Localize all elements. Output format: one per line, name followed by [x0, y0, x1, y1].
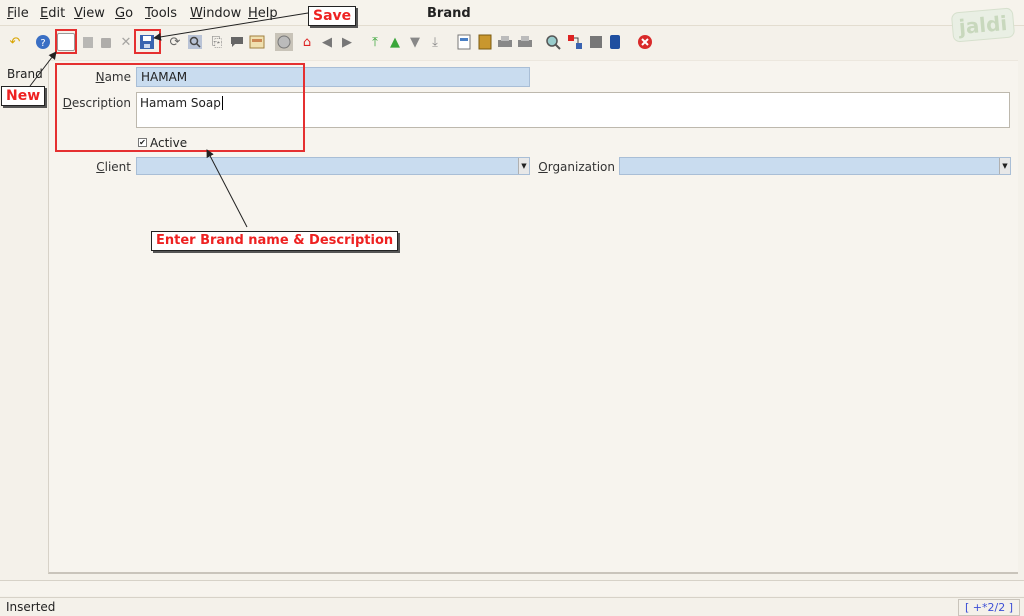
multi-view-icon[interactable] — [248, 33, 266, 51]
enter-annotation-label: Enter Brand name & Description — [151, 231, 399, 251]
new-highlight-box — [55, 29, 77, 54]
save-annotation-label: Save — [308, 6, 357, 26]
menu-bar: File Edit View Go Tools Window Help Bran… — [0, 0, 1024, 26]
chevron-down-icon[interactable]: ▼ — [999, 158, 1010, 174]
menu-help[interactable]: Help — [248, 6, 278, 21]
svg-text:?: ? — [40, 38, 45, 49]
zoom-across-icon[interactable] — [544, 33, 562, 51]
print-icon[interactable] — [516, 33, 534, 51]
request-icon[interactable] — [587, 33, 605, 51]
chat-icon[interactable] — [228, 33, 246, 51]
organization-select[interactable]: ▼ — [619, 157, 1011, 175]
history-icon[interactable] — [275, 33, 293, 51]
last-record-icon[interactable]: ⤓ — [426, 33, 444, 51]
print-preview-icon[interactable] — [496, 33, 514, 51]
product-info-icon[interactable] — [606, 33, 624, 51]
delete-selection-icon[interactable]: ✕ — [117, 33, 135, 51]
tree-panel — [0, 62, 46, 576]
client-label: Client — [96, 160, 131, 174]
status-message: Inserted — [6, 600, 56, 614]
home-icon[interactable]: ⌂ — [298, 33, 316, 51]
exit-icon[interactable] — [636, 33, 654, 51]
forward-icon[interactable]: ▶ — [338, 33, 356, 51]
copy-record-icon[interactable] — [79, 33, 97, 51]
delete-icon[interactable] — [97, 33, 115, 51]
back-icon[interactable]: ◀ — [318, 33, 336, 51]
menu-view[interactable]: View — [74, 6, 105, 21]
first-record-icon[interactable]: ⤒ — [366, 33, 384, 51]
next-record-icon[interactable]: ▼ — [406, 33, 424, 51]
tree-item-brand[interactable]: Brand — [7, 67, 43, 81]
record-navigation-status[interactable]: [ +*2/2 ] — [958, 599, 1020, 616]
menu-go[interactable]: Go — [115, 6, 133, 21]
previous-record-icon[interactable]: ▲ — [386, 33, 404, 51]
workflow-icon[interactable] — [566, 33, 584, 51]
attachment-icon[interactable]: ⎘ — [208, 33, 226, 51]
refresh-icon[interactable]: ⟳ — [166, 33, 184, 51]
menu-file[interactable]: File — [7, 6, 29, 21]
help-icon[interactable]: ? — [34, 33, 52, 51]
status-bar: Inserted [ +*2/2 ] — [0, 597, 1024, 616]
info-line — [0, 580, 1024, 596]
find-icon[interactable] — [186, 33, 204, 51]
undo-icon[interactable]: ↶ — [6, 33, 24, 51]
new-annotation-label: New — [1, 86, 46, 106]
window-title: Brand — [427, 6, 471, 21]
client-select[interactable]: ▼ — [136, 157, 530, 175]
menu-edit[interactable]: Edit — [40, 6, 65, 21]
save-highlight-box — [134, 29, 161, 54]
chevron-down-icon[interactable]: ▼ — [518, 158, 529, 174]
form-highlight-box — [55, 63, 305, 152]
report-icon[interactable] — [455, 33, 473, 51]
organization-label: Organization — [538, 160, 615, 174]
menu-window[interactable]: Window — [190, 6, 241, 21]
menu-tools[interactable]: Tools — [145, 6, 177, 21]
archive-icon[interactable] — [476, 33, 494, 51]
